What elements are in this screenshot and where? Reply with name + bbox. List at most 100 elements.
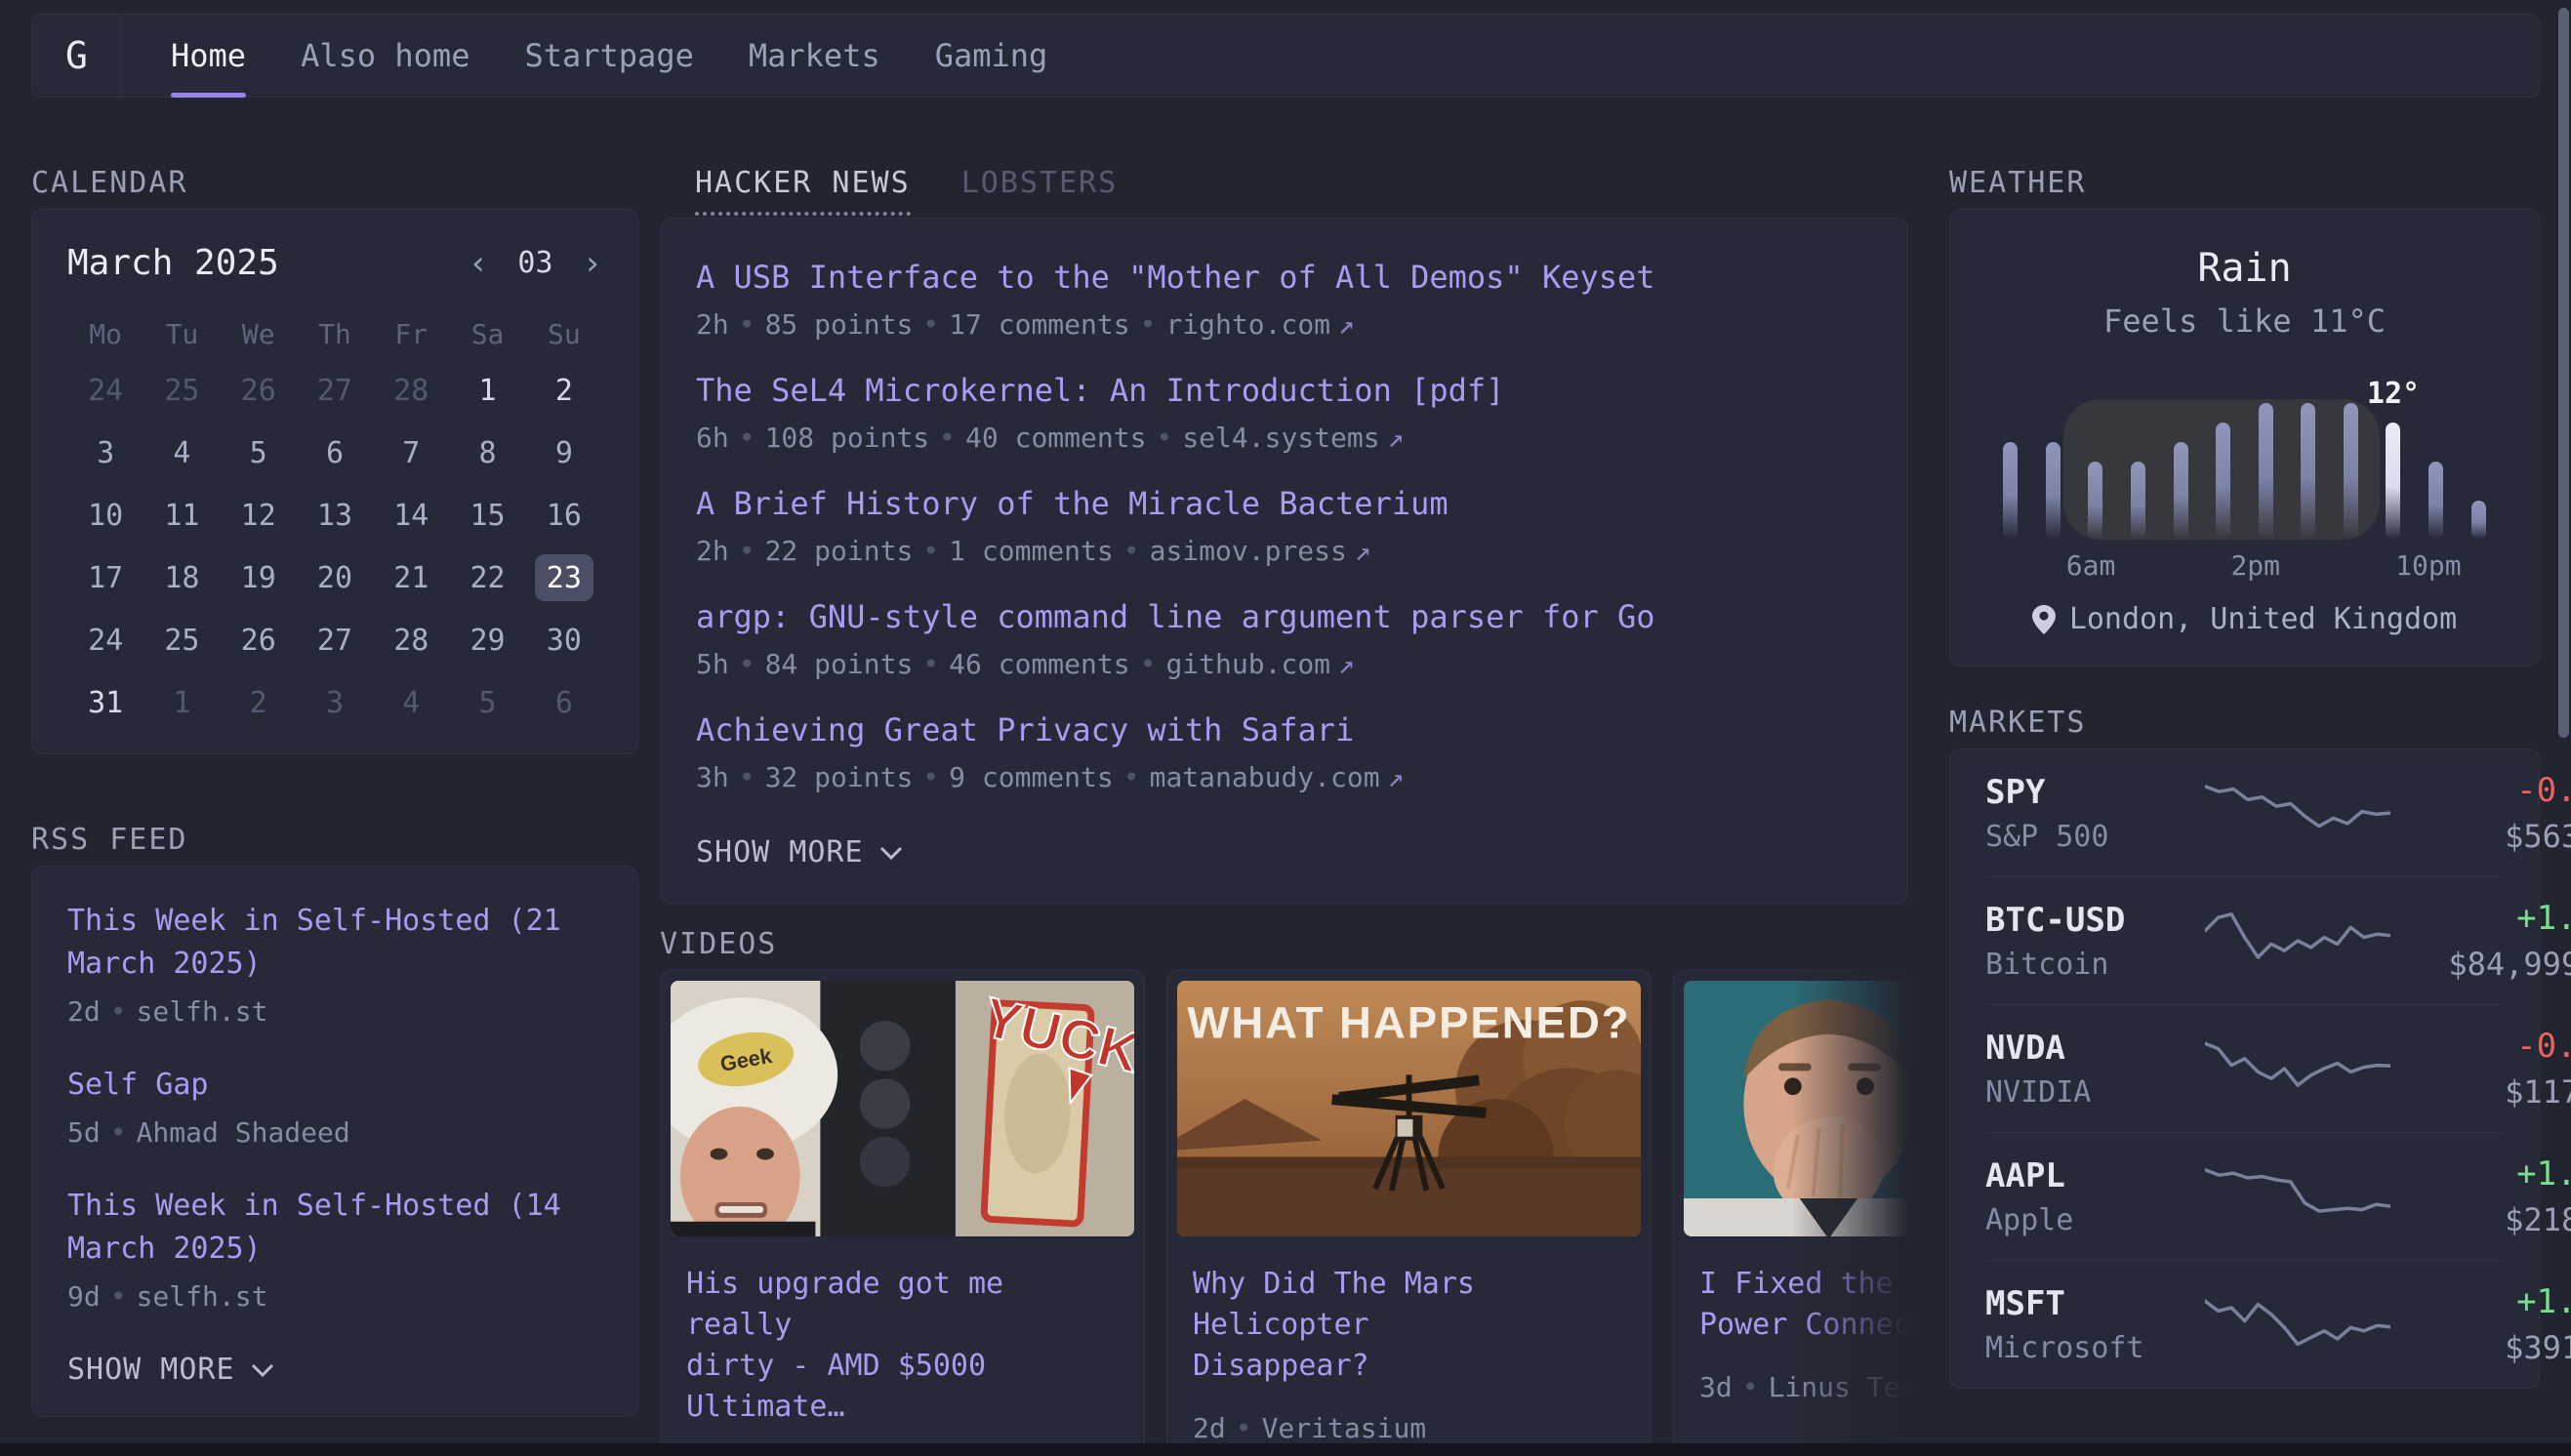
market-symbol[interactable]: AAPL bbox=[1985, 1156, 2205, 1195]
news-item-source[interactable]: sel4.systems bbox=[1182, 422, 1379, 454]
chevron-left-icon[interactable]: ‹ bbox=[469, 247, 488, 280]
tab-hacker-news[interactable]: HACKER NEWS bbox=[695, 166, 911, 216]
page-scrollbar[interactable] bbox=[2558, 8, 2569, 738]
news-item-title[interactable]: Achieving Great Privacy with Safari bbox=[696, 710, 1872, 749]
market-price: $563.98 bbox=[2390, 818, 2571, 855]
chevron-down-icon bbox=[879, 845, 903, 861]
market-change: -0.27% bbox=[2390, 771, 2571, 810]
external-link-icon[interactable]: ↗ bbox=[1355, 535, 1371, 567]
weather-section-label: WEATHER bbox=[1949, 166, 2540, 201]
video-channel[interactable]: Linus Tec bbox=[1769, 1371, 1908, 1403]
market-name: Bitcoin bbox=[1985, 948, 2205, 982]
news-item-source[interactable]: github.com bbox=[1165, 648, 1330, 680]
news-item-comments[interactable]: 9 comments bbox=[949, 761, 1114, 793]
news-item-meta: 6h•108 points•40 comments•sel4.systems↗ bbox=[696, 422, 1872, 455]
video-age: 3d bbox=[1699, 1371, 1733, 1403]
nav-tab-home[interactable]: Home bbox=[171, 15, 246, 97]
rss-item: This Week in Self-Hosted (21 March 2025)… bbox=[67, 900, 602, 1029]
weather-time-label bbox=[1989, 549, 2027, 583]
market-row: AAPLApple +1.95%$218.27 bbox=[1985, 1132, 2504, 1260]
news-item-age: 2h bbox=[696, 308, 729, 341]
external-link-icon[interactable]: ↗ bbox=[1388, 761, 1405, 793]
video-thumbnail[interactable]: Geek YUCK bbox=[671, 981, 1134, 1236]
rss-item-title[interactable]: This Week in Self-Hosted (21 March 2025) bbox=[67, 900, 602, 986]
top-nav-bar: G Home Also home Startpage Markets Gamin… bbox=[31, 14, 2540, 98]
external-link-icon[interactable]: ↗ bbox=[1338, 308, 1355, 341]
market-symbol[interactable]: NVDA bbox=[1985, 1029, 2205, 1068]
weekday-label: Th bbox=[318, 318, 351, 351]
nav-tab-gaming[interactable]: Gaming bbox=[935, 15, 1048, 97]
calendar-day: 24 bbox=[76, 367, 135, 414]
news-item-comments[interactable]: 46 comments bbox=[949, 648, 1129, 680]
news-item-title[interactable]: The SeL4 Microkernel: An Introduction [p… bbox=[696, 371, 1872, 410]
chevron-right-icon[interactable]: › bbox=[583, 247, 602, 280]
weekday-label: Fr bbox=[394, 318, 428, 351]
mars-helicopter-thumbnail-art: WHAT HAPPENED? bbox=[1177, 981, 1641, 1236]
weather-temp-bar bbox=[2088, 462, 2102, 540]
news-item: argp: GNU-style command line argument pa… bbox=[696, 597, 1872, 681]
news-item-title[interactable]: A USB Interface to the "Mother of All De… bbox=[696, 258, 1872, 297]
rss-item-title[interactable]: Self Gap bbox=[67, 1064, 602, 1107]
weather-bar-column bbox=[2117, 376, 2160, 540]
market-symbol[interactable]: MSFT bbox=[1985, 1284, 2205, 1323]
app-logo[interactable]: G bbox=[32, 15, 122, 97]
calendar-day: 1 bbox=[459, 367, 517, 414]
video-title[interactable]: I Fixed the 5Power Connect bbox=[1699, 1264, 1908, 1346]
news-item-comments[interactable]: 1 comments bbox=[949, 535, 1114, 567]
external-link-icon[interactable]: ↗ bbox=[1388, 422, 1405, 454]
news-item-source[interactable]: matanabudy.com bbox=[1150, 761, 1380, 793]
video-card: DO TH T I Fixed the 5Power Connect 3d•Li… bbox=[1673, 970, 1908, 1456]
calendar-day: 27 bbox=[306, 367, 364, 414]
news-show-more-button[interactable]: SHOW MORE bbox=[696, 835, 1872, 870]
news-item-source[interactable]: asimov.press bbox=[1150, 535, 1347, 567]
rss-item: This Week in Self-Hosted (14 March 2025)… bbox=[67, 1185, 602, 1314]
external-link-icon[interactable]: ↗ bbox=[1338, 648, 1355, 680]
calendar-day: 22 bbox=[459, 554, 517, 601]
calendar-day: 3 bbox=[306, 679, 364, 726]
news-item-comments[interactable]: 40 comments bbox=[965, 422, 1146, 454]
news-item-comments[interactable]: 17 comments bbox=[949, 308, 1129, 341]
news-item-source[interactable]: righto.com bbox=[1165, 308, 1330, 341]
market-symbol[interactable]: SPY bbox=[1985, 773, 2205, 812]
weather-temp-bar bbox=[2259, 403, 2273, 540]
nav-tab-also-home[interactable]: Also home bbox=[301, 15, 469, 97]
weather-time-label bbox=[2192, 549, 2230, 583]
separator-dot: • bbox=[739, 648, 755, 680]
video-channel[interactable]: Veritasium bbox=[1262, 1412, 1427, 1444]
weather-bar-column bbox=[2244, 376, 2287, 540]
video-thumbnail[interactable]: DO TH T bbox=[1684, 981, 1908, 1236]
videos-section-label: VIDEOS bbox=[660, 927, 1908, 962]
calendar-day: 14 bbox=[382, 492, 440, 539]
calendar-day: 19 bbox=[229, 554, 288, 601]
calendar-day: 26 bbox=[229, 617, 288, 664]
video-title-line: dirty - AMD $5000 Ultimate… bbox=[686, 1349, 986, 1424]
weather-bar-column bbox=[2159, 376, 2202, 540]
weather-bar-column bbox=[2330, 376, 2373, 540]
market-symbol[interactable]: BTC-USD bbox=[1985, 901, 2205, 940]
calendar-day: 5 bbox=[229, 429, 288, 476]
video-title[interactable]: His upgrade got me reallydirty - AMD $50… bbox=[686, 1264, 1119, 1428]
nav-tab-startpage[interactable]: Startpage bbox=[524, 15, 693, 97]
tab-lobsters[interactable]: LOBSTERS bbox=[961, 166, 1119, 212]
news-item-title[interactable]: A Brief History of the Miracle Bacterium bbox=[696, 484, 1872, 523]
weather-time-label bbox=[2115, 549, 2153, 583]
rss-item-title[interactable]: This Week in Self-Hosted (14 March 2025) bbox=[67, 1185, 602, 1271]
rss-item-meta: 9d•selfh.st bbox=[67, 1280, 602, 1314]
video-thumbnail[interactable]: WHAT HAPPENED? bbox=[1177, 981, 1641, 1236]
weather-temp-bar bbox=[2046, 442, 2061, 540]
news-item-meta: 5h•84 points•46 comments•github.com↗ bbox=[696, 648, 1872, 681]
weather-temp-bar bbox=[2301, 403, 2315, 540]
left-column: CALENDAR March 2025 ‹ 03 › Mo Tu We Th F… bbox=[31, 166, 638, 1456]
calendar-day: 24 bbox=[76, 617, 135, 664]
market-row: BTC-USDBitcoin +1.39%$84,999.29 bbox=[1985, 876, 2504, 1004]
nav-tab-markets[interactable]: Markets bbox=[749, 15, 880, 97]
calendar-day: 20 bbox=[306, 554, 364, 601]
news-item-title[interactable]: argp: GNU-style command line argument pa… bbox=[696, 597, 1872, 636]
rss-item-source: selfh.st bbox=[137, 995, 268, 1028]
rss-show-more-button[interactable]: SHOW MORE bbox=[67, 1353, 602, 1387]
rss-item-source: Ahmad Shadeed bbox=[137, 1116, 350, 1149]
market-name: Microsoft bbox=[1985, 1331, 2205, 1365]
video-meta: 3d•Linus Tec bbox=[1699, 1371, 1908, 1403]
weather-time-label: 10pm bbox=[2395, 549, 2461, 583]
video-title[interactable]: Why Did The Mars HelicopterDisappear? bbox=[1193, 1264, 1625, 1387]
